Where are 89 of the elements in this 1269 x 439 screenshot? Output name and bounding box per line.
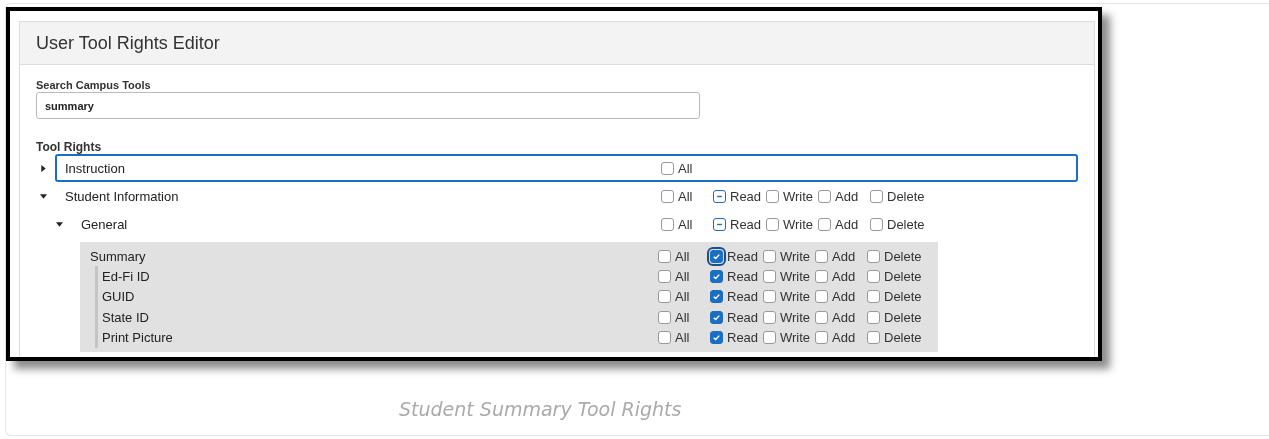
- checkbox[interactable]: [763, 290, 776, 304]
- checkbox[interactable]: [661, 161, 674, 175]
- collapse-arrow-icon[interactable]: [40, 192, 47, 200]
- checkbox[interactable]: [867, 249, 880, 263]
- checkbox[interactable]: [661, 189, 674, 203]
- checkbox[interactable]: [870, 189, 883, 203]
- section-label: Tool Rights: [36, 140, 102, 154]
- checkbox[interactable]: [766, 189, 779, 203]
- checkbox[interactable]: [658, 249, 671, 263]
- checkbox-label: Delete: [884, 330, 922, 346]
- collapse-arrow-icon[interactable]: [56, 220, 63, 228]
- tool-label[interactable]: Summary: [90, 248, 658, 264]
- checkbox[interactable]: [710, 310, 723, 324]
- checkbox-label: All: [675, 289, 690, 305]
- checkbox-label: Delete: [884, 309, 922, 325]
- checkbox[interactable]: [763, 331, 776, 345]
- checkbox-label: All: [675, 268, 690, 284]
- checkbox[interactable]: [818, 189, 831, 203]
- checkbox-label: Add: [835, 216, 859, 232]
- checkbox-label: Add: [835, 188, 859, 204]
- checkbox[interactable]: [867, 310, 880, 324]
- checkbox-label: Read: [727, 268, 759, 284]
- search-label: Search Campus Tools: [36, 79, 151, 91]
- checkbox-label: Add: [832, 330, 856, 346]
- checkbox-label: Read: [730, 188, 762, 204]
- checkbox[interactable]: [763, 269, 776, 283]
- checkbox[interactable]: [867, 290, 880, 304]
- checkbox[interactable]: [815, 310, 828, 324]
- panel-title: User Tool Rights Editor: [36, 32, 220, 54]
- checkbox-label: Write: [780, 289, 811, 305]
- search-field[interactable]: summary: [36, 92, 700, 119]
- checkbox[interactable]: [763, 249, 776, 263]
- checkbox[interactable]: [710, 331, 723, 345]
- checkbox-label: Add: [832, 289, 856, 305]
- tool-label[interactable]: Instruction: [65, 160, 661, 176]
- checkbox-label: Add: [832, 248, 856, 264]
- checkbox[interactable]: [710, 249, 723, 263]
- checkbox-label: Write: [783, 188, 814, 204]
- checkbox-label: Add: [832, 268, 856, 284]
- checkbox-label: Delete: [884, 268, 922, 284]
- checkbox[interactable]: [661, 217, 674, 231]
- checkbox-label: Write: [780, 248, 811, 264]
- checkbox-label: Delete: [884, 248, 922, 264]
- checkbox-label: Add: [832, 309, 856, 325]
- checkbox[interactable]: [815, 249, 828, 263]
- checkbox-label: Delete: [887, 216, 925, 232]
- checkbox-label: Read: [730, 216, 762, 232]
- expand-arrow-icon[interactable]: [40, 164, 47, 172]
- checkbox[interactable]: [867, 331, 880, 345]
- figure-caption: Student Summary Tool Rights: [399, 398, 682, 420]
- tool-label[interactable]: General: [81, 216, 661, 232]
- checkbox-label: Write: [780, 330, 811, 346]
- checkbox[interactable]: [763, 310, 776, 324]
- checkbox[interactable]: [710, 290, 723, 304]
- checkbox[interactable]: [815, 331, 828, 345]
- checkbox-label: All: [678, 216, 693, 232]
- tool-label[interactable]: Print Picture: [102, 330, 658, 346]
- checkbox[interactable]: [658, 269, 671, 283]
- checkbox-label: Read: [727, 330, 759, 346]
- checkbox[interactable]: [713, 189, 726, 203]
- checkbox[interactable]: [658, 290, 671, 304]
- checkbox-label: All: [675, 309, 690, 325]
- checkbox-label: Read: [727, 248, 759, 264]
- checkbox[interactable]: [815, 290, 828, 304]
- checkbox[interactable]: [713, 217, 726, 231]
- checkbox[interactable]: [766, 217, 779, 231]
- checkbox-label: Read: [727, 289, 759, 305]
- checkbox-label: All: [678, 188, 693, 204]
- checkbox-label: Delete: [887, 188, 925, 204]
- tool-row[interactable]: Instruction All: [55, 154, 1078, 182]
- tool-label[interactable]: Student Information: [65, 188, 661, 204]
- checkbox-label: Write: [780, 309, 811, 325]
- checkbox[interactable]: [818, 217, 831, 231]
- tool-label[interactable]: Ed-Fi ID: [102, 268, 658, 284]
- checkbox[interactable]: [867, 269, 880, 283]
- checkbox[interactable]: [870, 217, 883, 231]
- checkbox-label: Write: [780, 268, 811, 284]
- checkbox-label: All: [675, 248, 690, 264]
- checkbox[interactable]: [815, 269, 828, 283]
- checkbox-label: Delete: [884, 289, 922, 305]
- checkbox[interactable]: [710, 269, 723, 283]
- tool-label[interactable]: GUID: [102, 289, 658, 305]
- checkbox-label: Write: [783, 216, 814, 232]
- checkbox[interactable]: [658, 331, 671, 345]
- checkbox-label: All: [675, 330, 690, 346]
- tool-label[interactable]: State ID: [102, 309, 658, 325]
- checkbox-label: Read: [727, 309, 759, 325]
- checkbox-label: All: [678, 160, 693, 176]
- checkbox[interactable]: [658, 310, 671, 324]
